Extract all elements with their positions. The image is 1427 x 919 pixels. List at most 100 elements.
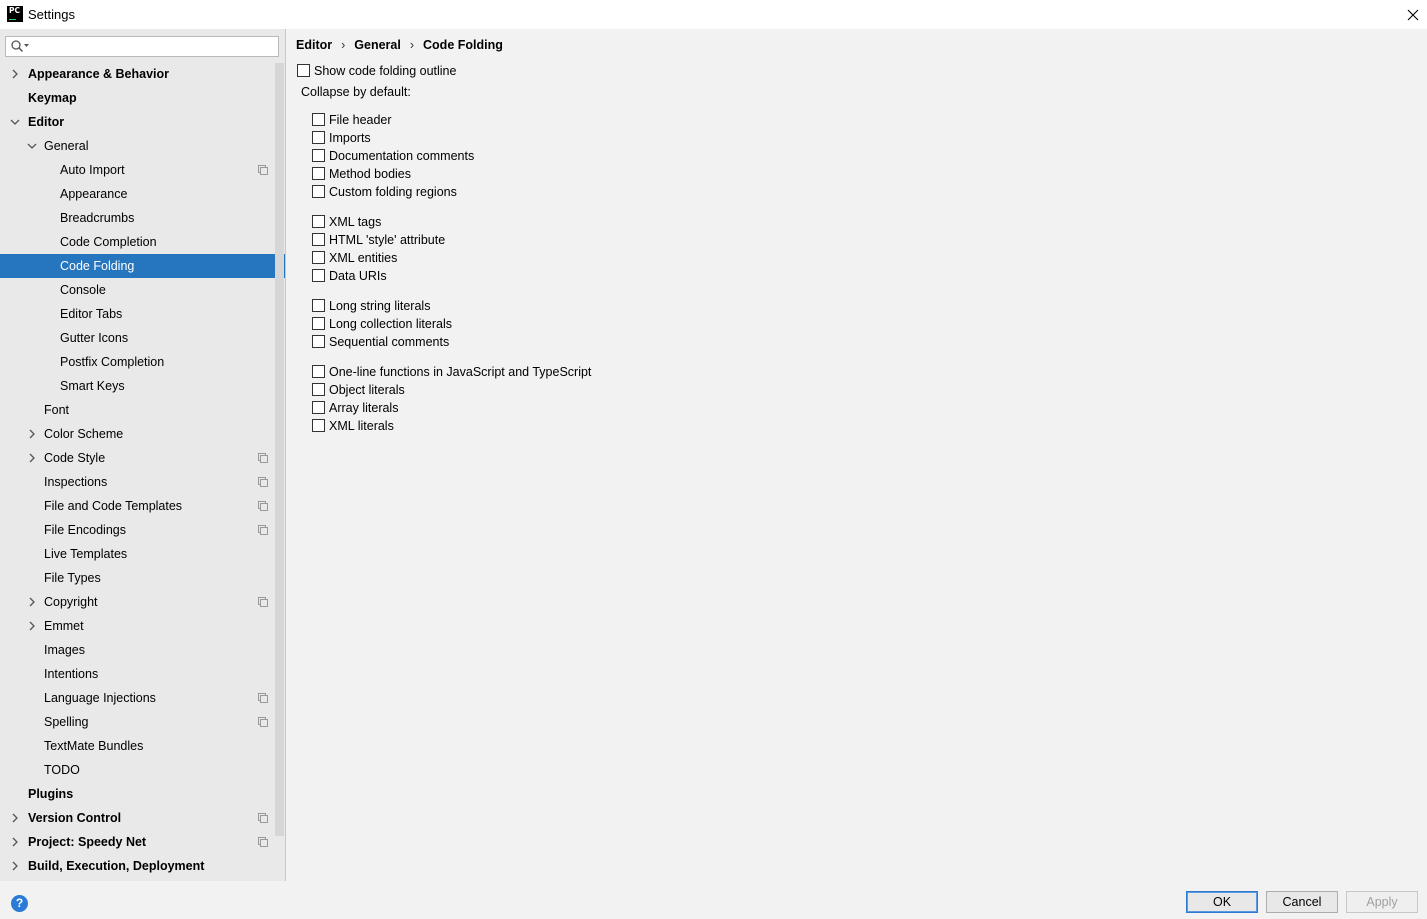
close-icon: [1407, 9, 1419, 20]
settings-sidebar: Appearance & Behavior Keymap Editor General…: [0, 29, 286, 881]
sidebar-item-breadcrumbs[interactable]: Breadcrumbs: [0, 206, 275, 230]
checkbox-box[interactable]: [312, 299, 325, 312]
sidebar-item-label: TODO: [44, 763, 80, 777]
sidebar-item-appearance-behavior[interactable]: Appearance & Behavior: [0, 62, 275, 86]
search-icon: [11, 40, 29, 53]
checkbox-box[interactable]: [297, 64, 310, 77]
sidebar-item-label: Code Completion: [60, 235, 157, 249]
collapse-by-default-label: Collapse by default:: [301, 85, 411, 99]
checkbox-label: XML entities: [329, 251, 398, 265]
checkbox-label: Object literals: [329, 383, 405, 397]
sidebar-item-label: General: [44, 139, 89, 153]
sidebar-item-emmet[interactable]: Emmet: [0, 614, 275, 638]
sidebar-item-keymap[interactable]: Keymap: [0, 86, 275, 110]
sidebar-item-label: Version Control: [28, 811, 122, 825]
sidebar-item-intentions[interactable]: Intentions: [0, 662, 275, 686]
chevron-right-icon[interactable]: [10, 861, 20, 871]
sidebar-item-label: Spelling: [44, 715, 89, 729]
sidebar-item-editor-tabs[interactable]: Editor Tabs: [0, 302, 275, 326]
sidebar-item-appearance[interactable]: Appearance: [0, 182, 275, 206]
checkbox-box[interactable]: [312, 233, 325, 246]
checkbox-box[interactable]: [312, 131, 325, 144]
sidebar-item-copyright[interactable]: Copyright: [0, 590, 275, 614]
checkbox-box[interactable]: [312, 419, 325, 432]
chevron-right-icon[interactable]: [27, 453, 37, 463]
sidebar-item-general[interactable]: General: [0, 134, 275, 158]
project-level-setting-icon: [258, 501, 268, 511]
checkbox-box[interactable]: [312, 215, 325, 228]
sidebar-scrollbar[interactable]: [275, 63, 284, 836]
sidebar-item-editor[interactable]: Editor: [0, 110, 275, 134]
checkbox-box[interactable]: [312, 269, 325, 282]
checkbox-label: File header: [329, 113, 392, 127]
sidebar-item-console[interactable]: Console: [0, 278, 275, 302]
chevron-right-icon[interactable]: [27, 621, 37, 631]
help-button[interactable]: ?: [11, 895, 28, 912]
checkbox-label: Array literals: [329, 401, 399, 415]
chevron-right-icon[interactable]: [10, 813, 20, 823]
sidebar-item-version-control[interactable]: Version Control: [0, 806, 275, 830]
checkbox-box[interactable]: [312, 365, 325, 378]
sidebar-item-gutter-icons[interactable]: Gutter Icons: [0, 326, 275, 350]
sidebar-item-images[interactable]: Images: [0, 638, 275, 662]
sidebar-item-label: Font: [44, 403, 70, 417]
project-level-setting-icon: [258, 477, 268, 487]
sidebar-item-label: Appearance & Behavior: [28, 67, 170, 81]
sidebar-item-inspections[interactable]: Inspections: [0, 470, 275, 494]
sidebar-item-code-style[interactable]: Code Style: [0, 446, 275, 470]
sidebar-item-code-completion[interactable]: Code Completion: [0, 230, 275, 254]
sidebar-item-file-and-code-templates[interactable]: File and Code Templates: [0, 494, 275, 518]
cancel-button[interactable]: Cancel: [1266, 891, 1338, 913]
chevron-right-icon[interactable]: [10, 69, 20, 79]
settings-search-input[interactable]: [5, 36, 279, 57]
checkbox-box[interactable]: [312, 383, 325, 396]
checkbox-box[interactable]: [312, 113, 325, 126]
sidebar-item-live-templates[interactable]: Live Templates: [0, 542, 275, 566]
sidebar-item-postfix-completion[interactable]: Postfix Completion: [0, 350, 275, 374]
sidebar-item-language-injections[interactable]: Language Injections: [0, 686, 275, 710]
checkbox-box[interactable]: [312, 185, 325, 198]
checkbox-label: Imports: [329, 131, 371, 145]
checkbox-box[interactable]: [312, 335, 325, 348]
sidebar-item-project-speedy-net[interactable]: Project: Speedy Net: [0, 830, 275, 854]
sidebar-item-build-execution-deployment[interactable]: Build, Execution, Deployment: [0, 854, 275, 878]
checkbox-box[interactable]: [312, 149, 325, 162]
sidebar-item-font[interactable]: Font: [0, 398, 275, 422]
sidebar-item-label: Intentions: [44, 667, 99, 681]
checkbox-box[interactable]: [312, 251, 325, 264]
sidebar-item-label: Editor Tabs: [60, 307, 123, 321]
sidebar-item-auto-import[interactable]: Auto Import: [0, 158, 275, 182]
sidebar-item-spelling[interactable]: Spelling: [0, 710, 275, 734]
project-level-setting-icon: [258, 165, 268, 175]
chevron-down-icon[interactable]: [27, 141, 37, 151]
chevron-down-icon[interactable]: [10, 117, 20, 127]
sidebar-item-color-scheme[interactable]: Color Scheme: [0, 422, 275, 446]
close-window-button[interactable]: [1399, 0, 1427, 29]
chevron-right-icon[interactable]: [10, 837, 20, 847]
checkbox-label: XML tags: [329, 215, 382, 229]
chevron-right-icon[interactable]: [27, 429, 37, 439]
project-level-setting-icon: [258, 453, 268, 463]
checkbox-box[interactable]: [312, 317, 325, 330]
checkbox-label: Sequential comments: [329, 335, 450, 349]
project-level-setting-icon: [258, 693, 268, 703]
sidebar-item-label: Plugins: [28, 787, 74, 801]
dialog-footer: ? OK Cancel Apply: [0, 881, 1427, 919]
checkbox-box[interactable]: [312, 167, 325, 180]
app-icon-text: PC: [9, 6, 21, 15]
sidebar-item-smart-keys[interactable]: Smart Keys: [0, 374, 275, 398]
sidebar-item-textmate-bundles[interactable]: TextMate Bundles: [0, 734, 275, 758]
sidebar-item-plugins[interactable]: Plugins: [0, 782, 275, 806]
breadcrumb-item-general: General: [354, 38, 401, 52]
sidebar-item-label: Appearance: [60, 187, 128, 201]
sidebar-item-code-folding[interactable]: Code Folding: [0, 254, 285, 278]
sidebar-item-file-types[interactable]: File Types: [0, 566, 275, 590]
checkbox-label: XML literals: [329, 419, 394, 433]
breadcrumb-separator: ›: [341, 38, 346, 52]
sidebar-item-file-encodings[interactable]: File Encodings: [0, 518, 275, 542]
ok-button[interactable]: OK: [1186, 891, 1258, 913]
chevron-right-icon[interactable]: [27, 597, 37, 607]
apply-button[interactable]: Apply: [1346, 891, 1418, 913]
checkbox-box[interactable]: [312, 401, 325, 414]
sidebar-item-todo[interactable]: TODO: [0, 758, 275, 782]
